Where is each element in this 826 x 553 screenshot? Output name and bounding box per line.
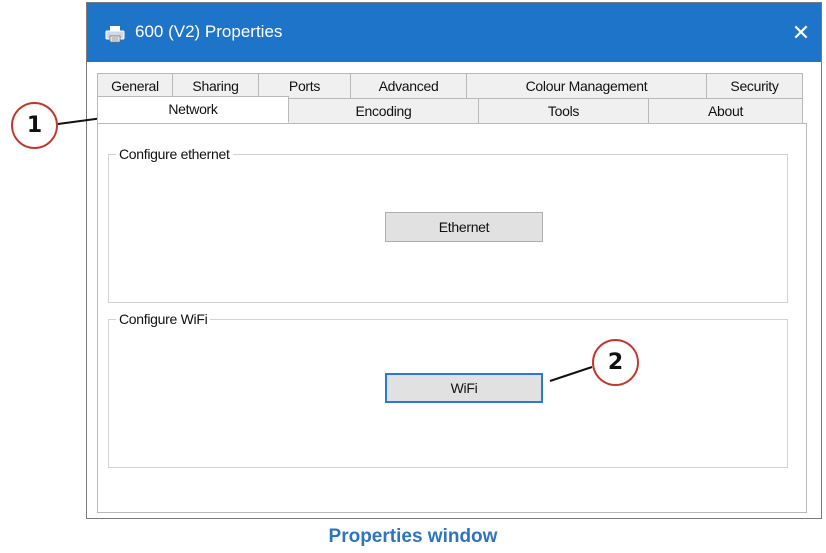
tab-ports[interactable]: Ports bbox=[259, 73, 351, 98]
figure-caption: Properties window bbox=[328, 526, 498, 547]
tab-tools[interactable]: Tools bbox=[479, 98, 649, 123]
tab-row-front: Network Encoding Tools About bbox=[97, 96, 803, 123]
configure-wifi-label: Configure WiFi bbox=[116, 311, 211, 327]
title-bar[interactable]: 600 (V2) Properties ✕ bbox=[87, 3, 821, 62]
tab-colour-management[interactable]: Colour Management bbox=[467, 73, 707, 98]
tab-general[interactable]: General bbox=[97, 73, 173, 98]
tab-sharing[interactable]: Sharing bbox=[173, 73, 259, 98]
configure-ethernet-label: Configure ethernet bbox=[116, 146, 233, 162]
callout-1: 1 bbox=[11, 102, 58, 149]
tab-security[interactable]: Security bbox=[707, 73, 803, 98]
tab-advanced[interactable]: Advanced bbox=[351, 73, 467, 98]
tab-about[interactable]: About bbox=[649, 98, 803, 123]
ethernet-button[interactable]: Ethernet bbox=[385, 212, 543, 242]
tab-encoding[interactable]: Encoding bbox=[289, 98, 479, 123]
printer-icon bbox=[105, 26, 125, 43]
window-title: 600 (V2) Properties bbox=[135, 22, 283, 41]
properties-window: 600 (V2) Properties ✕ General Sharing Po… bbox=[86, 2, 822, 519]
tab-network[interactable]: Network bbox=[97, 96, 289, 123]
tab-row-back: General Sharing Ports Advanced Colour Ma… bbox=[97, 73, 803, 98]
wifi-button[interactable]: WiFi bbox=[385, 373, 543, 403]
close-icon: ✕ bbox=[791, 20, 811, 45]
close-button[interactable]: ✕ bbox=[785, 17, 817, 49]
callout-2: 2 bbox=[592, 339, 639, 386]
